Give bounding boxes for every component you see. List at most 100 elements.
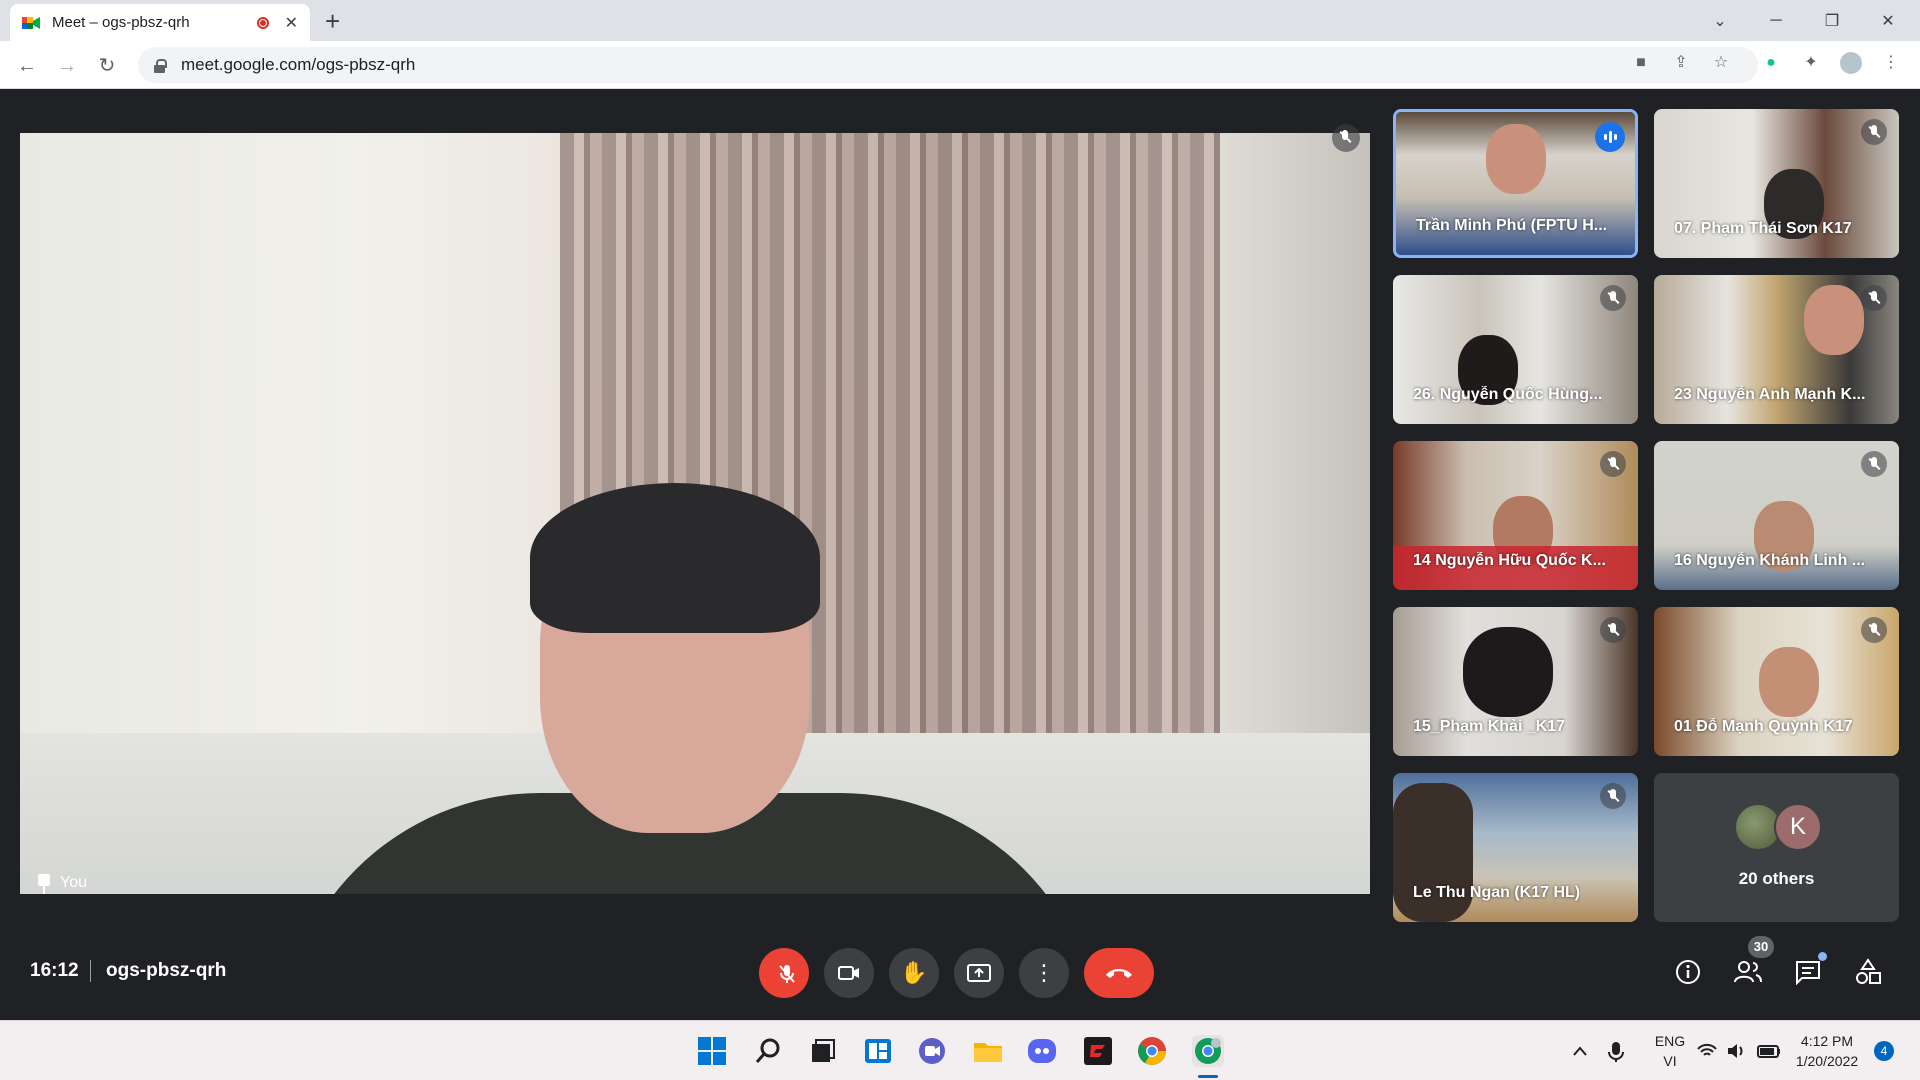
camera-toggle-button[interactable] [824,948,874,998]
google-meet-favicon-icon [22,15,40,31]
muted-icon [1861,119,1887,145]
self-video[interactable] [20,133,1370,894]
windows-start-icon[interactable] [696,1035,728,1067]
minimize-button[interactable]: ─ [1748,0,1804,41]
more-options-button[interactable]: ⋮ [1019,948,1069,998]
show-hidden-icons-chevron-icon[interactable] [1570,1035,1590,1067]
muted-icon [1861,451,1887,477]
search-icon[interactable] [752,1035,784,1067]
video-camera-icon [838,966,859,980]
active-app-indicator [1198,1075,1218,1078]
people-icon [1734,961,1762,983]
participant-name: Trần Minh Phú (FPTU H... [1416,217,1608,234]
others-count-label: 20 others [1738,869,1815,888]
participant-tile[interactable]: 16 Nguyễn Khánh Linh ... [1654,441,1899,590]
participant-tile[interactable]: 14 Nguyễn Hữu Quốc K... [1393,441,1638,590]
teams-chat-icon[interactable] [916,1035,948,1067]
meeting-controls-bar: 16:12 ogs-pbsz-qrh ✋ ⋮ 30 [0,930,1920,1010]
recording-indicator-icon [256,16,269,29]
input-language-bottom[interactable]: VI [1648,1053,1692,1069]
profile-avatar[interactable] [1840,52,1862,74]
meeting-details-button[interactable] [1668,952,1708,992]
browser-tab-meet[interactable]: Meet – ogs-pbsz-qrh ✕ [10,4,310,41]
browser-tab-strip: Meet – ogs-pbsz-qrh ✕ + ⌄ ─ ❐ ✕ [0,0,1920,41]
chrome-profile-active-icon[interactable] [1192,1035,1224,1067]
address-url: meet.google.com/ogs-pbsz-qrh [181,55,416,74]
unread-chat-dot-icon [1818,952,1827,961]
microphone-toggle-button[interactable] [759,948,809,998]
grammarly-extension-icon[interactable]: ● [1760,52,1782,74]
muted-icon [1600,285,1626,311]
maximize-button[interactable]: ❐ [1804,0,1860,41]
taskbar-clock-date[interactable]: 1/20/2022 [1790,1053,1864,1069]
file-explorer-icon[interactable] [972,1035,1004,1067]
reload-button[interactable]: ↻ [94,53,120,79]
participant-tile[interactable]: 26. Nguyễn Quốc Hùng... [1393,275,1638,424]
widgets-icon[interactable] [862,1035,894,1067]
microphone-in-use-icon[interactable] [1606,1035,1626,1067]
meeting-clock: 16:12 [30,960,79,981]
muted-icon [1861,285,1887,311]
self-muted-icon [1332,124,1360,152]
meeting-info-divider [90,960,91,982]
lock-icon [154,58,167,73]
forward-button[interactable]: → [54,53,80,79]
raise-hand-button[interactable]: ✋ [889,948,939,998]
tab-search-chevron-icon[interactable]: ⌄ [1692,0,1748,41]
participant-name: 16 Nguyễn Khánh Linh ... [1674,552,1866,569]
hang-up-phone-icon [1106,969,1132,978]
participant-name: 01 Đỗ Mạnh Quỳnh K17 [1674,718,1853,735]
chat-icon [1796,961,1820,985]
meeting-code: ogs-pbsz-qrh [106,960,227,981]
extensions-puzzle-icon[interactable]: ✦ [1800,52,1822,74]
new-tab-button[interactable]: + [325,6,340,37]
muted-icon [1600,617,1626,643]
participant-name: 26. Nguyễn Quốc Hùng... [1413,386,1603,403]
garena-icon[interactable] [1082,1035,1114,1067]
others-tile[interactable]: K 20 others [1654,773,1899,922]
taskbar-clock-time[interactable]: 4:12 PM [1790,1033,1864,1049]
others-avatars: K [1734,803,1834,853]
system-tray-status[interactable] [1694,1035,1784,1067]
participant-tile[interactable]: Trần Minh Phú (FPTU H... [1393,109,1638,258]
muted-icon [1600,451,1626,477]
muted-icon [1861,617,1887,643]
notification-count-badge[interactable]: 4 [1874,1041,1894,1061]
leave-call-button[interactable] [1084,948,1154,998]
close-tab-icon[interactable]: ✕ [285,13,298,33]
browser-menu-icon[interactable]: ⋮ [1880,52,1902,74]
people-button[interactable] [1728,952,1768,992]
back-button[interactable]: ← [14,53,40,79]
participant-name: 07. Phạm Thái Sơn K17 [1674,220,1852,237]
participant-name: Le Thu Ngan (K17 HL) [1413,884,1581,901]
participant-tile[interactable]: 07. Phạm Thái Sơn K17 [1654,109,1899,258]
participant-tile[interactable]: 01 Đỗ Mạnh Quỳnh K17 [1654,607,1899,756]
discord-icon[interactable] [1026,1035,1058,1067]
browser-tab-title: Meet – ogs-pbsz-qrh [52,14,190,31]
participant-name: 23 Nguyễn Anh Mạnh K... [1674,386,1866,403]
self-name-label: You [60,874,87,891]
participant-name: 15_Phạm Khải _K17 [1413,718,1566,735]
present-screen-button[interactable] [954,948,1004,998]
participant-count-badge: 30 [1748,936,1774,958]
bookmark-star-icon[interactable]: ☆ [1710,52,1732,74]
participant-name: 14 Nguyễn Hữu Quốc K... [1413,552,1606,569]
chrome-icon[interactable] [1136,1035,1168,1067]
input-language-top[interactable]: ENG [1648,1033,1692,1049]
participant-tile[interactable]: Le Thu Ngan (K17 HL) [1393,773,1638,922]
address-bar[interactable]: meet.google.com/ogs-pbsz-qrh [138,47,1758,83]
windows-taskbar: ENG VI 4:12 PM 1/20/2022 4 [0,1020,1920,1080]
participant-tile[interactable]: 23 Nguyễn Anh Mạnh K... [1654,275,1899,424]
share-icon[interactable]: ⇪ [1670,52,1692,74]
close-window-button[interactable]: ✕ [1860,0,1916,41]
info-icon [1676,960,1700,984]
pin-icon[interactable] [38,874,50,894]
camera-in-use-icon[interactable]: ■ [1630,52,1652,74]
activities-button[interactable] [1848,952,1888,992]
participant-tile[interactable]: 15_Phạm Khải _K17 [1393,607,1638,756]
mic-off-icon [777,963,795,983]
task-view-icon[interactable] [806,1035,838,1067]
activities-shapes-icon [1856,958,1881,984]
self-video-person [240,353,1140,894]
raise-hand-icon: ✋ [900,960,928,985]
